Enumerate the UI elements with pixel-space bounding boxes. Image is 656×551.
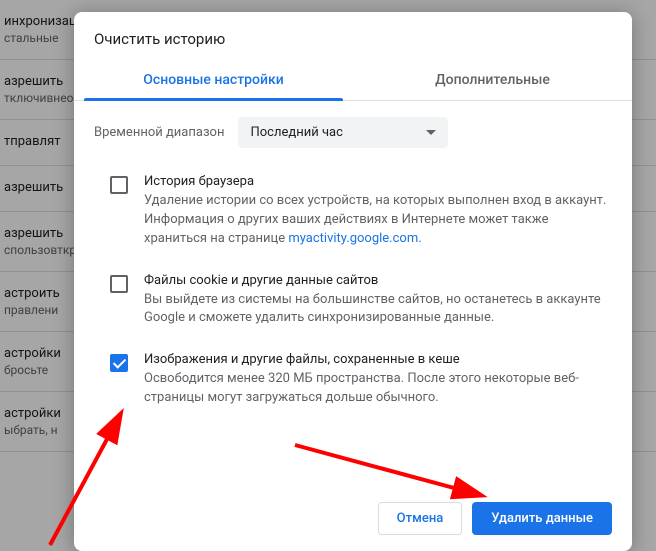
- option-cache: Изображения и другие файлы, сохраненные …: [110, 342, 612, 422]
- time-range-value: Последний час: [250, 125, 342, 140]
- dialog-title: Очистить историю: [74, 12, 632, 62]
- option-browsing-history: История браузера Удаление истории со все…: [110, 164, 612, 263]
- option-title: История браузера: [144, 174, 612, 189]
- checkbox-browsing-history[interactable]: [110, 176, 128, 194]
- option-desc: Удаление истории со всех устройств, на к…: [144, 192, 612, 249]
- option-title: Файлы cookie и другие данные сайтов: [144, 273, 612, 288]
- options-list: История браузера Удаление истории со все…: [74, 158, 632, 432]
- tab-basic[interactable]: Основные настройки: [74, 62, 353, 100]
- clear-browsing-data-dialog: Очистить историю Основные настройки Допо…: [74, 12, 632, 551]
- time-range-row: Временной диапазон Последний час: [74, 101, 632, 158]
- dialog-actions: Отмена Удалить данные: [74, 490, 632, 551]
- checkbox-cache[interactable]: [110, 354, 128, 372]
- option-desc: Вы выйдете из системы на большинстве сай…: [144, 291, 612, 329]
- option-desc: Освободится менее 320 МБ пространства. П…: [144, 370, 612, 408]
- option-body: История браузера Удаление истории со все…: [144, 174, 612, 249]
- myactivity-link[interactable]: myactivity.google.com: [288, 231, 418, 246]
- chevron-down-icon: [426, 130, 436, 135]
- option-title: Изображения и другие файлы, сохраненные …: [144, 352, 612, 367]
- time-range-select[interactable]: Последний час: [238, 117, 448, 148]
- checkbox-cookies[interactable]: [110, 275, 128, 293]
- option-cookies: Файлы cookie и другие данные сайтов Вы в…: [110, 263, 612, 343]
- time-range-label: Временной диапазон: [94, 125, 224, 140]
- clear-data-button[interactable]: Удалить данные: [472, 502, 612, 535]
- cancel-button[interactable]: Отмена: [378, 502, 463, 535]
- dialog-tabs: Основные настройки Дополнительные: [74, 62, 632, 101]
- option-body: Изображения и другие файлы, сохраненные …: [144, 352, 612, 408]
- option-desc-post: .: [418, 231, 421, 246]
- option-body: Файлы cookie и другие данные сайтов Вы в…: [144, 273, 612, 329]
- tab-advanced[interactable]: Дополнительные: [353, 62, 632, 100]
